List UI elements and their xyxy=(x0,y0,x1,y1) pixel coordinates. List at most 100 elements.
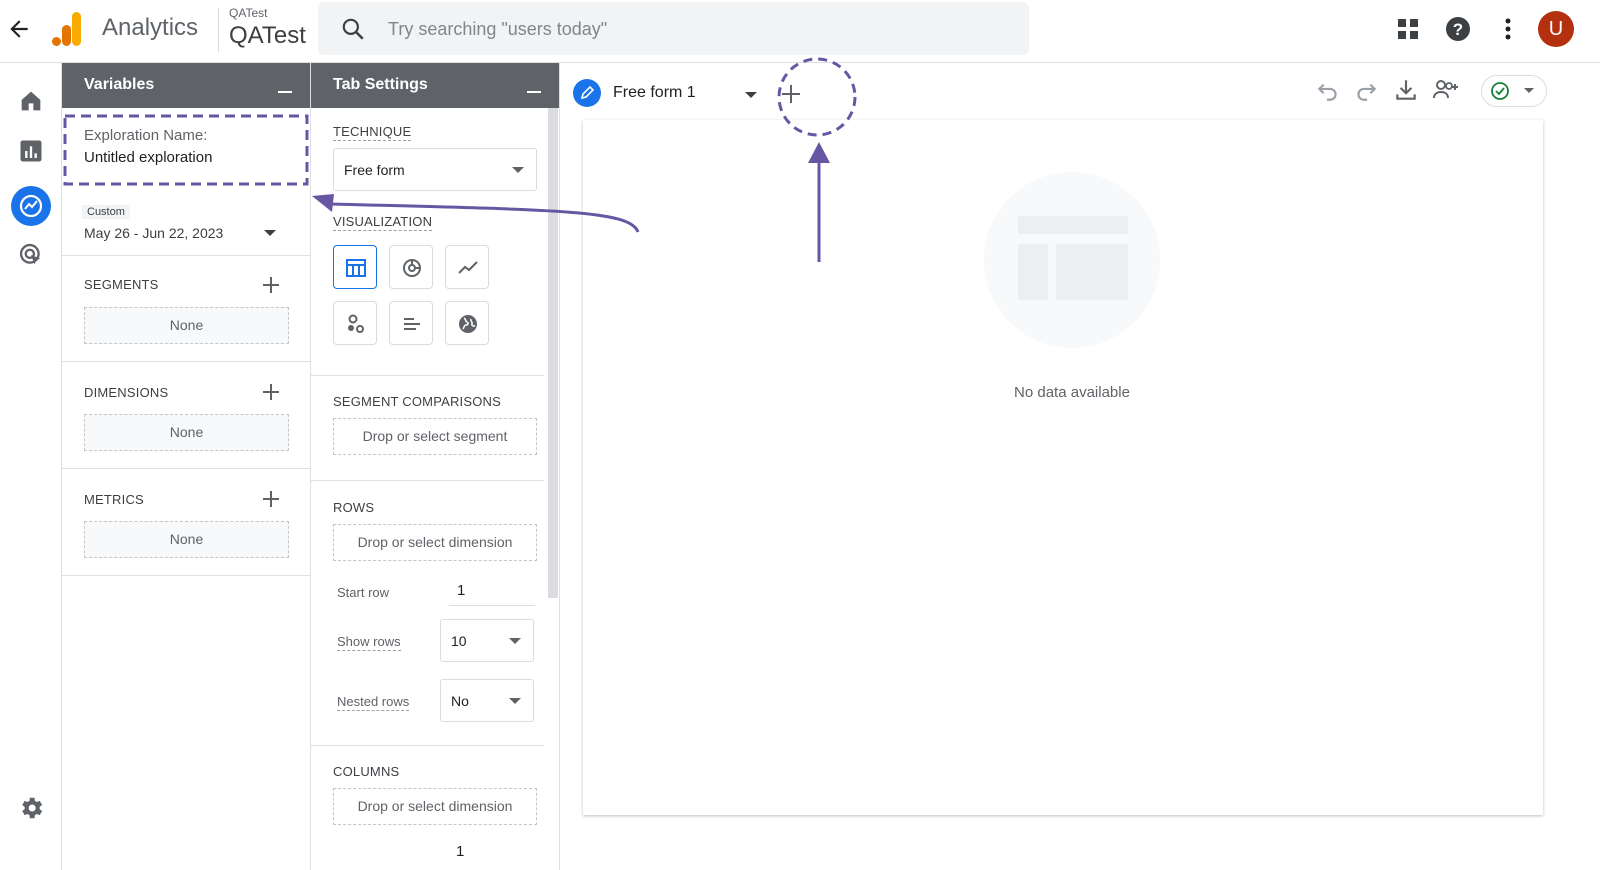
app-name: Analytics xyxy=(102,14,199,41)
add-dimension-icon[interactable] xyxy=(261,382,281,402)
home-icon[interactable] xyxy=(17,87,45,115)
undo-icon[interactable] xyxy=(1315,77,1341,103)
tab-settings-panel: Tab Settings TECHNIQUE Free form VISUALI… xyxy=(311,63,560,870)
divider xyxy=(62,468,311,469)
bar-chart-icon[interactable] xyxy=(17,137,45,165)
table-viz-button[interactable] xyxy=(333,245,377,289)
exploration-name-input[interactable]: Untitled exploration xyxy=(84,149,212,166)
scrollbar[interactable] xyxy=(548,108,558,598)
line-viz-button[interactable] xyxy=(445,245,489,289)
collapse-tab-settings-button[interactable] xyxy=(527,91,541,93)
divider xyxy=(311,745,544,746)
apps-grid-icon[interactable] xyxy=(1393,14,1423,44)
chevron-down-icon xyxy=(512,166,524,173)
exploration-name-label: Exploration Name: xyxy=(84,127,208,144)
variables-title: Variables xyxy=(84,76,155,93)
start-row-value: 1 xyxy=(457,582,466,599)
date-badge: Custom xyxy=(82,205,130,219)
nested-rows-value: No xyxy=(451,693,469,709)
technique-value: Free form xyxy=(344,162,405,178)
header-divider xyxy=(218,8,219,52)
rows-title: ROWS xyxy=(333,500,375,515)
chevron-down-icon[interactable] xyxy=(745,92,757,98)
columns-title: COLUMNS xyxy=(333,764,400,779)
segment-drop-zone[interactable]: Drop or select segment xyxy=(333,418,537,455)
analytics-logo-icon[interactable] xyxy=(52,12,82,46)
chevron-down-icon[interactable] xyxy=(264,230,276,236)
divider xyxy=(311,375,544,376)
globe-icon xyxy=(459,315,477,333)
technique-title: TECHNIQUE xyxy=(333,124,412,141)
dimensions-title: DIMENSIONS xyxy=(84,385,169,400)
svg-text:?: ? xyxy=(1453,20,1463,39)
search-bar[interactable]: Try searching "users today" xyxy=(318,2,1029,55)
tab-label[interactable]: Free form 1 xyxy=(613,84,696,102)
line-chart-icon xyxy=(458,261,478,274)
add-metric-icon[interactable] xyxy=(261,489,281,509)
start-row-label: Start row xyxy=(337,585,390,600)
divider xyxy=(62,255,311,256)
start-column-value[interactable]: 1 xyxy=(456,843,464,860)
search-placeholder[interactable]: Try searching "users today" xyxy=(388,19,607,40)
chevron-down-icon xyxy=(509,697,521,704)
collapse-variables-button[interactable] xyxy=(278,91,292,93)
user-avatar[interactable]: U xyxy=(1538,11,1574,47)
show-rows-label: Show rows xyxy=(337,634,401,651)
donut-viz-button[interactable] xyxy=(389,245,433,289)
bar-viz-button[interactable] xyxy=(389,301,433,345)
columns-drop-zone[interactable]: Drop or select dimension xyxy=(333,788,537,825)
divider xyxy=(311,480,544,481)
add-tab-icon[interactable] xyxy=(780,83,802,105)
divider xyxy=(62,575,311,576)
target-cursor-icon[interactable] xyxy=(17,241,45,269)
variables-panel: Variables Exploration Name: Untitled exp… xyxy=(62,63,311,870)
no-data-message: No data available xyxy=(1014,384,1130,401)
technique-select[interactable]: Free form xyxy=(333,148,537,191)
dimensions-empty[interactable]: None xyxy=(84,414,289,451)
nested-rows-select[interactable]: No xyxy=(440,679,534,722)
property-name[interactable]: QATest xyxy=(229,22,306,50)
segments-title: SEGMENTS xyxy=(84,277,159,292)
geo-viz-button[interactable] xyxy=(445,301,489,345)
rows-drop-zone[interactable]: Drop or select dimension xyxy=(333,524,537,561)
metrics-empty[interactable]: None xyxy=(84,521,289,558)
tab-settings-header: Tab Settings xyxy=(311,63,559,108)
top-bar: Analytics QATest QATest Try searching "u… xyxy=(0,0,1600,63)
account-name[interactable]: QATest xyxy=(229,6,267,20)
tab-settings-title: Tab Settings xyxy=(333,76,428,93)
divider xyxy=(62,361,311,362)
scatter-icon xyxy=(348,314,364,333)
chevron-down-icon[interactable] xyxy=(1524,88,1534,93)
save-status-button[interactable] xyxy=(1481,75,1547,107)
show-rows-value: 10 xyxy=(451,633,467,649)
add-segment-icon[interactable] xyxy=(261,275,281,295)
nested-rows-label: Nested rows xyxy=(337,694,410,711)
chevron-down-icon xyxy=(509,637,521,644)
redo-icon[interactable] xyxy=(1353,77,1379,103)
help-icon[interactable]: ? xyxy=(1443,14,1473,44)
start-row-input[interactable]: 1 xyxy=(449,573,535,606)
gear-icon[interactable] xyxy=(17,794,45,822)
visualization-title: VISUALIZATION xyxy=(333,214,433,231)
horizontal-bar-icon xyxy=(404,318,420,330)
tab-free-form-1[interactable]: Free form 1 xyxy=(573,75,757,115)
table-icon xyxy=(346,259,366,277)
empty-state-illustration xyxy=(984,172,1160,348)
pencil-icon[interactable] xyxy=(573,79,601,107)
date-range[interactable]: May 26 - Jun 22, 2023 xyxy=(84,225,223,241)
variables-header: Variables xyxy=(62,63,310,108)
more-vert-icon[interactable] xyxy=(1493,14,1523,44)
back-arrow-icon[interactable] xyxy=(6,16,32,42)
share-user-icon[interactable] xyxy=(1432,77,1458,103)
check-circle-icon xyxy=(1491,82,1509,100)
donut-chart-icon xyxy=(403,259,421,277)
scatter-viz-button[interactable] xyxy=(333,301,377,345)
left-nav xyxy=(0,63,62,870)
metrics-title: METRICS xyxy=(84,492,144,507)
explore-nav-active[interactable] xyxy=(11,186,51,226)
segment-comparisons-title: SEGMENT COMPARISONS xyxy=(333,394,502,409)
search-icon xyxy=(340,16,366,42)
segments-empty[interactable]: None xyxy=(84,307,289,344)
show-rows-select[interactable]: 10 xyxy=(440,619,534,662)
download-icon[interactable] xyxy=(1393,77,1419,103)
